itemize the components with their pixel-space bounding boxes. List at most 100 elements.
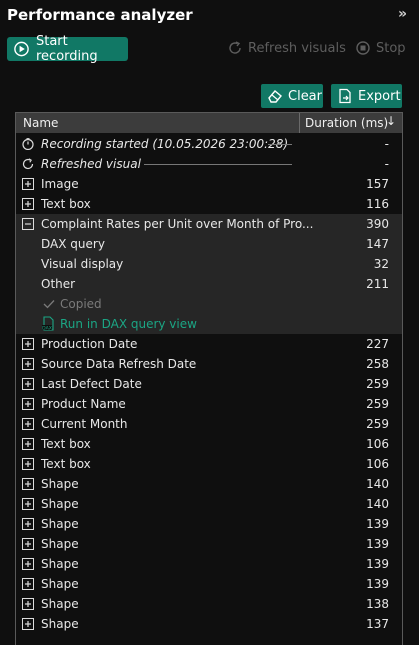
row-name: Last Defect Date <box>41 377 142 391</box>
clear-label: Clear <box>288 88 322 104</box>
svg-text:DAX: DAX <box>42 325 52 331</box>
table-row[interactable]: Shape 140 <box>16 494 402 514</box>
table-row[interactable]: Shape 140 <box>16 474 402 494</box>
table-row[interactable]: Shape 137 <box>16 614 402 634</box>
row-duration: 258 <box>366 357 389 371</box>
row-name: Shape <box>41 537 79 551</box>
table-row[interactable]: Shape 139 <box>16 514 402 534</box>
table-row[interactable]: Shape 139 <box>16 574 402 594</box>
record-icon <box>14 41 29 57</box>
row-name: Production Date <box>41 337 138 351</box>
expand-box-icon[interactable] <box>22 458 34 470</box>
expand-box-icon[interactable] <box>22 558 34 570</box>
row-name: Complaint Rates per Unit over Month of P… <box>41 217 314 231</box>
start-recording-label: Start recording <box>35 34 98 64</box>
row-duration: 139 <box>366 557 389 571</box>
row-name: Text box <box>41 437 91 451</box>
start-recording-button[interactable]: Start recording <box>7 34 128 64</box>
refresh-visuals-button[interactable]: Refresh visuals <box>227 40 346 56</box>
row-name: Shape <box>41 517 79 531</box>
expand-box-icon[interactable] <box>22 438 34 450</box>
row-name: DAX query <box>41 237 105 251</box>
table-row[interactable]: DAX query 147 <box>16 234 402 254</box>
column-duration-header[interactable]: Duration (ms) <box>305 116 388 130</box>
expand-box-icon[interactable] <box>22 478 34 490</box>
row-duration: 116 <box>366 197 389 211</box>
event-timeline-line <box>144 164 292 165</box>
column-name-header[interactable]: Name <box>23 116 58 130</box>
stop-label: Stop <box>376 40 406 56</box>
collapse-box-icon[interactable] <box>22 218 34 230</box>
run-in-dax-query-view-link[interactable]: Run in DAX query view <box>60 317 197 331</box>
table-row[interactable]: Shape 139 <box>16 534 402 554</box>
row-duration: - <box>384 137 389 151</box>
table-header: Name Duration (ms) ↓ <box>16 113 402 133</box>
table-row[interactable]: DAX Run in DAX query view <box>16 314 402 334</box>
stopwatch-icon <box>22 138 34 150</box>
table-row[interactable]: Current Month 259 <box>16 414 402 434</box>
expand-box-icon[interactable] <box>22 178 34 190</box>
expand-box-icon[interactable] <box>22 418 34 430</box>
table-row[interactable]: Shape 139 <box>16 554 402 574</box>
expand-box-icon[interactable] <box>22 518 34 530</box>
table-row[interactable]: Copied <box>16 294 402 314</box>
stop-button[interactable]: Stop <box>355 40 406 56</box>
refresh-visuals-label: Refresh visuals <box>248 40 346 56</box>
copied-status: Copied <box>60 297 102 311</box>
expand-box-icon[interactable] <box>22 598 34 610</box>
table-row[interactable]: Refreshed visual - <box>16 154 402 174</box>
refresh-row-icon <box>22 158 34 170</box>
row-duration: 211 <box>366 277 389 291</box>
table-row[interactable]: Image 157 <box>16 174 402 194</box>
table-row[interactable]: Complaint Rates per Unit over Month of P… <box>16 214 402 234</box>
clear-button[interactable]: Clear <box>261 84 323 108</box>
sort-descending-icon[interactable]: ↓ <box>386 114 396 128</box>
table-row[interactable]: Last Defect Date 259 <box>16 374 402 394</box>
expand-box-icon[interactable] <box>22 358 34 370</box>
toolbar: Start recording Refresh visuals Stop <box>0 34 419 64</box>
row-name: Shape <box>41 557 79 571</box>
table-row[interactable]: Source Data Refresh Date 258 <box>16 354 402 374</box>
row-name: Shape <box>41 597 79 611</box>
expand-box-icon[interactable] <box>22 338 34 350</box>
row-duration: 139 <box>366 537 389 551</box>
event-timeline-line <box>268 144 292 145</box>
row-name: Recording started (10.05.2026 23:00:28) <box>41 137 289 151</box>
expand-box-icon[interactable] <box>22 578 34 590</box>
expand-box-icon[interactable] <box>22 498 34 510</box>
row-duration: 147 <box>366 237 389 251</box>
expand-box-icon[interactable] <box>22 378 34 390</box>
row-name: Current Month <box>41 417 128 431</box>
row-duration: 259 <box>366 397 389 411</box>
expand-box-icon[interactable] <box>22 398 34 410</box>
table-row[interactable]: Text box 106 <box>16 454 402 474</box>
row-duration: 390 <box>366 217 389 231</box>
collapse-pane-button[interactable]: » <box>398 6 407 22</box>
action-bar: Clear Export <box>0 84 419 112</box>
table-row[interactable]: Visual display 32 <box>16 254 402 274</box>
row-duration: - <box>384 157 389 171</box>
column-divider[interactable] <box>299 113 300 133</box>
table-row[interactable]: Text box 106 <box>16 434 402 454</box>
row-duration: 106 <box>366 457 389 471</box>
row-duration: 227 <box>366 337 389 351</box>
table-row[interactable]: Product Name 259 <box>16 394 402 414</box>
refresh-icon <box>229 41 241 54</box>
row-duration: 259 <box>366 377 389 391</box>
row-name: Other <box>41 277 76 291</box>
row-duration: 106 <box>366 437 389 451</box>
table-row[interactable]: Shape 138 <box>16 594 402 614</box>
eraser-icon <box>268 90 282 103</box>
expand-box-icon[interactable] <box>22 538 34 550</box>
export-button[interactable]: Export <box>331 84 402 108</box>
row-name: Text box <box>41 457 91 471</box>
row-name: Image <box>41 177 79 191</box>
row-name: Shape <box>41 577 79 591</box>
expand-box-icon[interactable] <box>22 618 34 630</box>
table-row[interactable]: Recording started (10.05.2026 23:00:28) - <box>16 134 402 154</box>
table-row[interactable]: Other 211 <box>16 274 402 294</box>
table-row[interactable]: Text box 116 <box>16 194 402 214</box>
expand-box-icon[interactable] <box>22 198 34 210</box>
table-row[interactable]: Production Date 227 <box>16 334 402 354</box>
row-name: Visual display <box>41 257 124 271</box>
